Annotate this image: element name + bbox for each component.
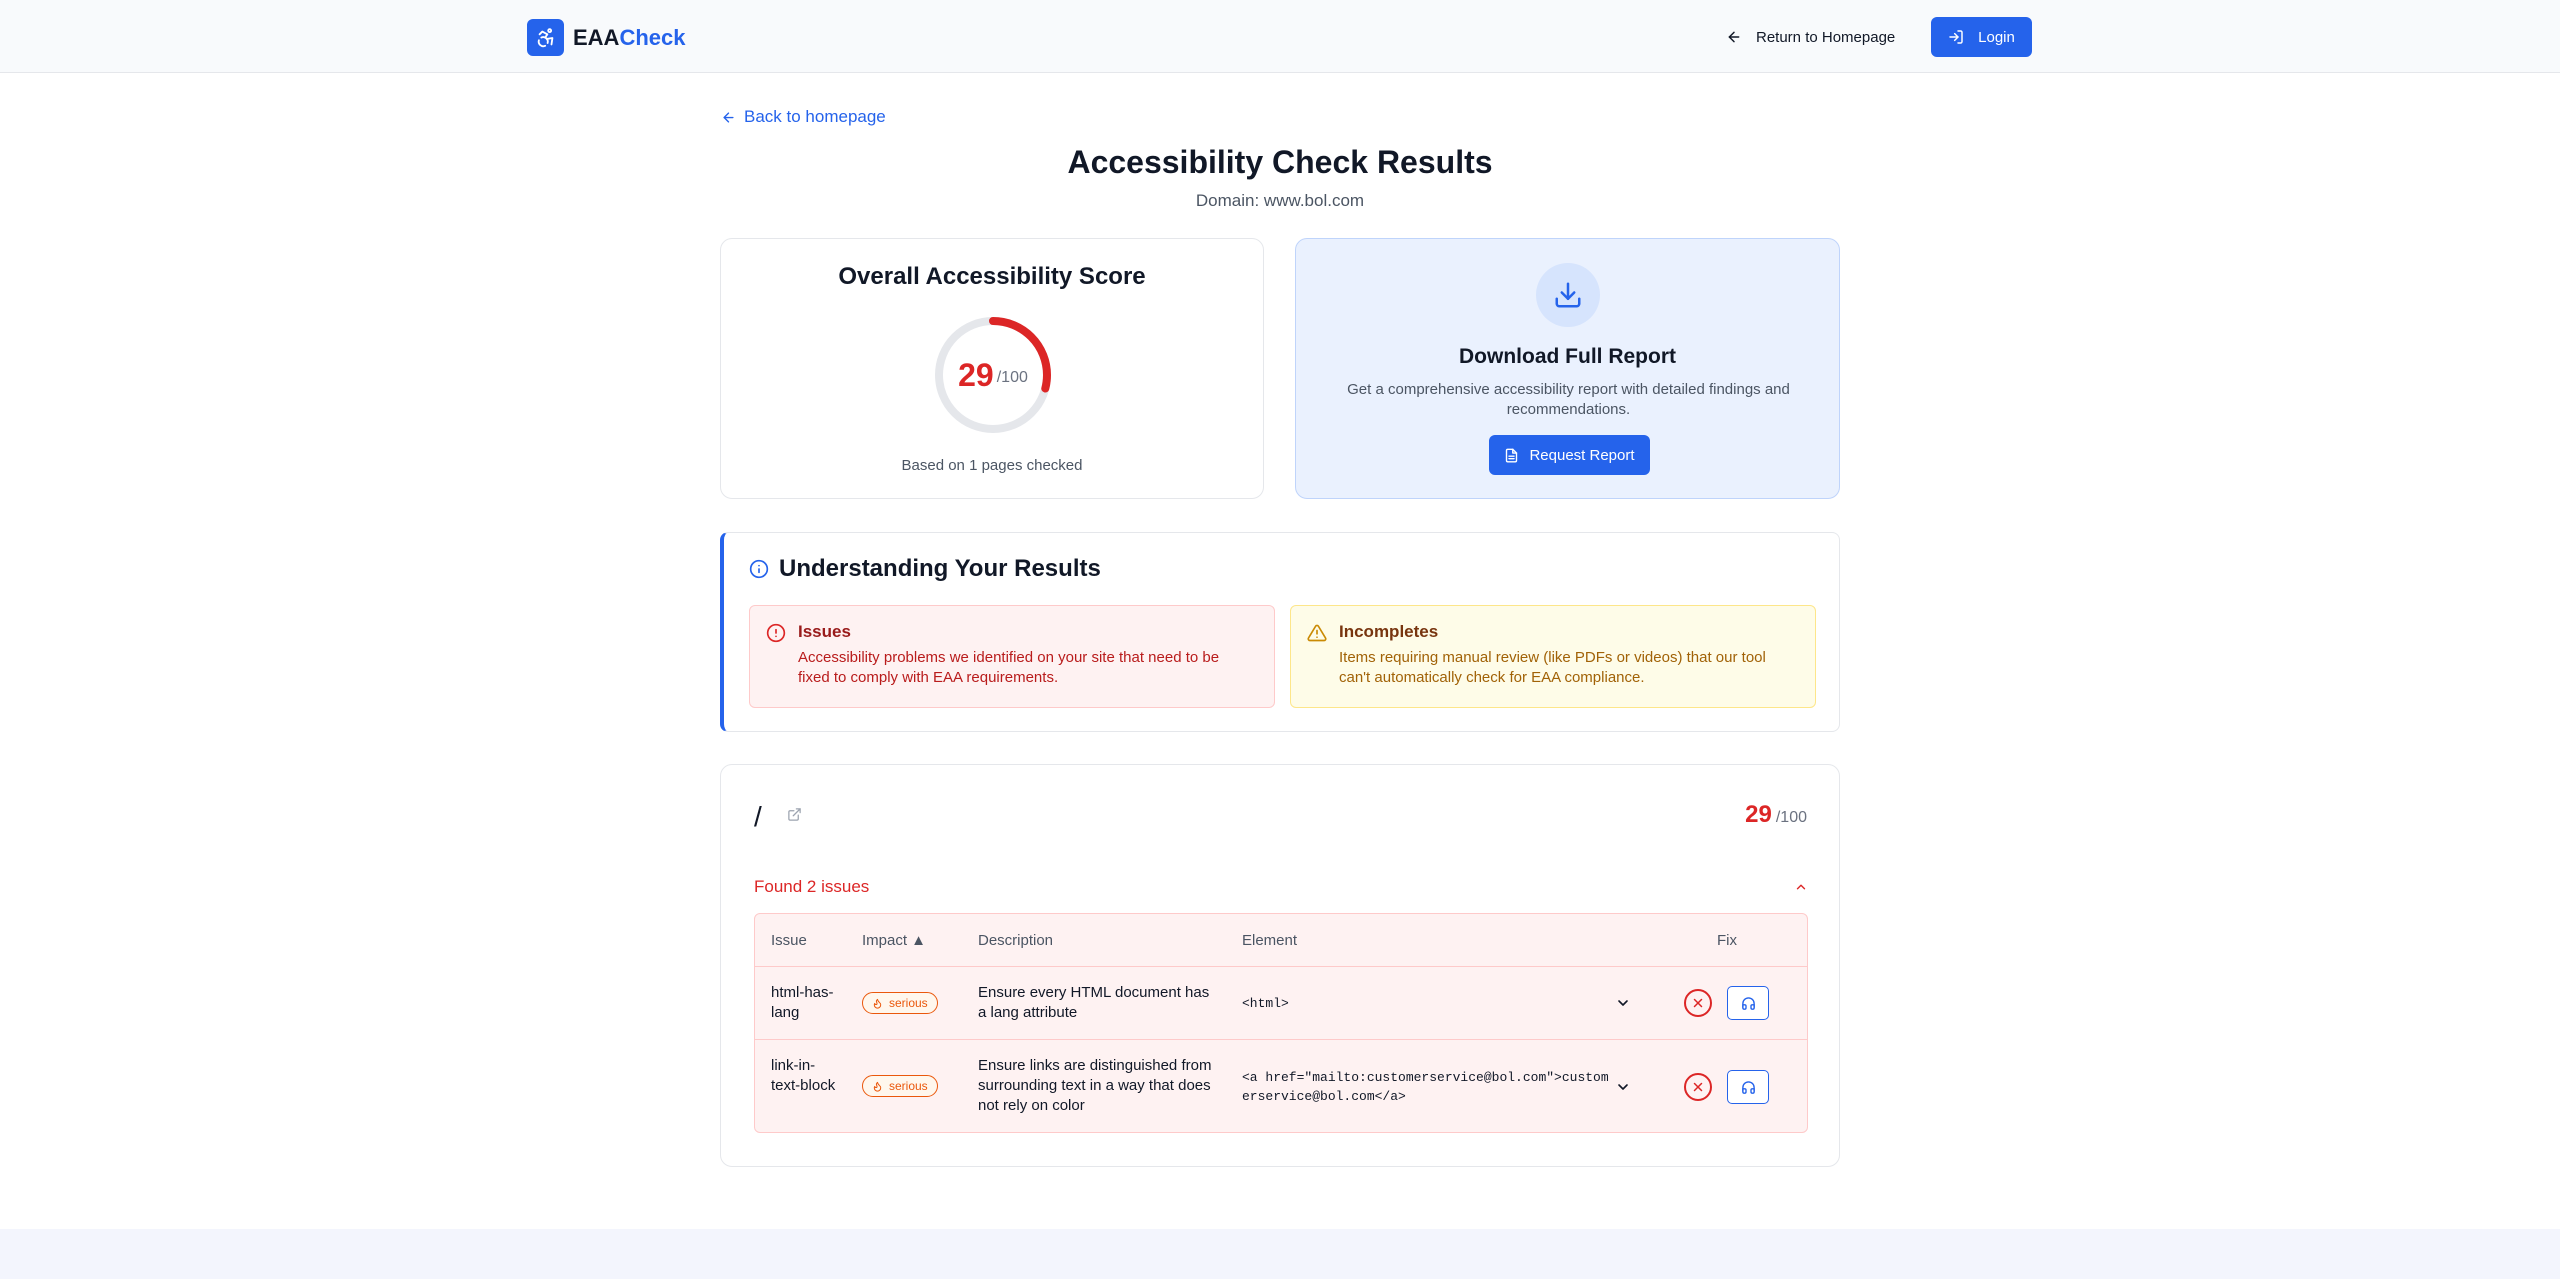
page-score-max: /100 xyxy=(1775,809,1807,826)
headphones-icon xyxy=(1741,1080,1755,1094)
issues-explainer: Issues Accessibility problems we identif… xyxy=(749,605,1275,708)
issue-element: <a href="mailto:customerservice@bol.com"… xyxy=(1242,1070,1609,1104)
issues-explainer-title: Issues xyxy=(798,622,851,641)
headphones-icon xyxy=(1741,996,1755,1010)
close-icon xyxy=(1693,998,1703,1008)
logo-text-part1: EAA xyxy=(573,24,620,50)
page-path: / xyxy=(754,801,762,832)
close-icon xyxy=(1693,1082,1703,1092)
download-icon xyxy=(1536,263,1600,327)
column-header-fix: Fix xyxy=(1717,931,1737,949)
found-issues-label: Found 2 issues xyxy=(754,877,870,896)
issue-id: html-has-lang xyxy=(771,984,834,1021)
request-report-label: Request Report xyxy=(1529,446,1635,464)
footer xyxy=(0,1229,2560,1279)
logo[interactable]: EAACheck xyxy=(527,19,686,56)
understanding-header: Understanding Your Results xyxy=(749,555,1101,583)
get-help-button[interactable] xyxy=(1727,1070,1769,1104)
impact-label: serious xyxy=(889,996,928,1010)
column-header-issue: Issue xyxy=(771,931,807,949)
flame-icon xyxy=(873,1081,882,1092)
external-link-icon[interactable] xyxy=(787,807,802,822)
back-to-homepage-label: Back to homepage xyxy=(744,107,886,126)
logo-text: EAACheck xyxy=(573,25,686,51)
login-button[interactable]: Login xyxy=(1931,17,2032,57)
score-number: 29 xyxy=(958,356,994,393)
alert-circle-icon xyxy=(766,623,786,643)
column-header-element: Element xyxy=(1242,931,1298,949)
issues-table: Issue Impact ▲ Description Element Fix h… xyxy=(754,913,1808,1133)
score-max: /100 xyxy=(996,368,1028,386)
impact-badge: serious xyxy=(862,992,938,1014)
understanding-title: Understanding Your Results xyxy=(779,555,1101,582)
impact-badge: serious xyxy=(862,1075,938,1097)
return-to-homepage-link[interactable]: Return to Homepage xyxy=(1726,24,1895,50)
download-report-card: Download Full Report Get a comprehensive… xyxy=(1295,238,1840,499)
overall-score-title: Overall Accessibility Score xyxy=(838,263,1146,290)
score-value: 29 /100 xyxy=(933,315,1053,435)
arrow-left-icon xyxy=(723,111,734,123)
flame-icon xyxy=(873,998,882,1009)
request-report-button[interactable]: Request Report xyxy=(1489,435,1650,475)
table-row: html-has-lang serious Ensure every HTML … xyxy=(755,966,1807,1039)
chevron-up-icon xyxy=(1796,884,1806,890)
warning-triangle-icon xyxy=(1307,624,1327,642)
accessibility-icon xyxy=(527,19,564,56)
issue-element: <html> xyxy=(1242,996,1289,1011)
overall-score-card: Overall Accessibility Score 29 /100 Base… xyxy=(720,238,1264,499)
get-help-button[interactable] xyxy=(1727,986,1769,1020)
incompletes-explainer: Incompletes Items requiring manual revie… xyxy=(1290,605,1816,708)
chevron-down-icon[interactable] xyxy=(1615,1079,1631,1095)
page-title: Accessibility Check Results xyxy=(1067,144,1493,180)
understanding-results-card: Understanding Your Results Issues Access… xyxy=(720,532,1840,732)
incompletes-explainer-title: Incompletes xyxy=(1339,622,1439,641)
document-icon xyxy=(1506,448,1518,462)
back-to-homepage-link[interactable]: Back to homepage xyxy=(721,107,886,127)
chevron-down-icon[interactable] xyxy=(1615,995,1631,1011)
page-score-number: 29 xyxy=(1745,801,1772,828)
column-header-description: Description xyxy=(978,931,1054,949)
logo-text-part2: Check xyxy=(619,24,686,50)
column-header-impact[interactable]: Impact ▲ xyxy=(862,914,926,966)
dismiss-button[interactable] xyxy=(1684,1073,1712,1101)
impact-label: serious xyxy=(889,1079,928,1093)
top-header: EAACheck Return to Homepage Login xyxy=(0,0,2560,73)
arrow-left-icon xyxy=(1728,31,1740,43)
issue-description: Ensure every HTML document has a lang at… xyxy=(978,984,1210,1021)
pages-checked-note: Based on 1 pages checked xyxy=(901,457,1083,474)
issue-description: Ensure links are distinguished from surr… xyxy=(978,1057,1212,1114)
domain-label: Domain: www.bol.com xyxy=(1195,191,1365,210)
login-label: Login xyxy=(1978,28,2015,46)
login-icon xyxy=(1949,30,1963,44)
page-result-card: / 29 /100 Found 2 issues Issue Impact ▲ … xyxy=(720,764,1840,1167)
download-report-description: Get a comprehensive accessibility report… xyxy=(1347,381,1790,418)
dismiss-button[interactable] xyxy=(1684,989,1712,1017)
table-row: link-in-text-block serious Ensure links … xyxy=(755,1039,1807,1132)
page-score: 29 /100 xyxy=(1745,801,1807,829)
issues-toggle[interactable]: Found 2 issues xyxy=(754,877,1808,897)
issue-id: link-in-text-block xyxy=(771,1057,836,1094)
issues-explainer-text: Accessibility problems we identified on … xyxy=(798,649,1220,686)
download-report-title: Download Full Report xyxy=(1459,345,1676,368)
incompletes-explainer-text: Items requiring manual review (like PDFs… xyxy=(1339,649,1766,686)
info-icon xyxy=(749,559,769,579)
return-to-homepage-label: Return to Homepage xyxy=(1756,28,1896,46)
